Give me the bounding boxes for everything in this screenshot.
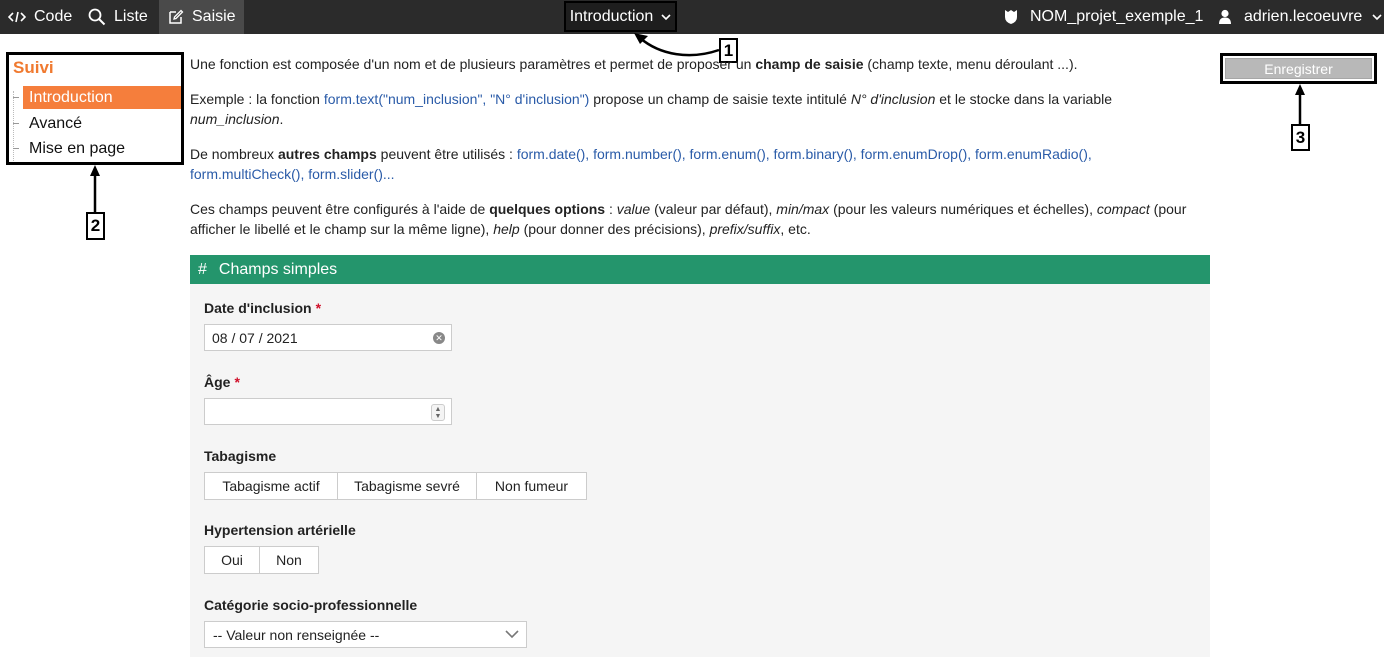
text: Exemple : la fonction <box>190 91 324 107</box>
stepper-icon[interactable]: ▲ ▼ <box>431 404 445 421</box>
option-non[interactable]: Non <box>260 547 318 573</box>
date-label: Date d'inclusion * <box>204 300 321 316</box>
option-oui[interactable]: Oui <box>205 547 260 573</box>
code-snippet: form.text("num_inclusion", "N° d'inclusi… <box>323 91 590 107</box>
paragraph-3: De nombreux autres champs peuvent être u… <box>190 144 1210 184</box>
italic-text: min/max <box>776 201 830 217</box>
text: , etc. <box>780 221 811 237</box>
section-title: Champs simples <box>218 260 338 278</box>
italic-text: compact <box>1096 201 1150 217</box>
italic-text: N° d'inclusion <box>850 91 936 107</box>
label-text: Date d'inclusion <box>204 300 312 316</box>
label-text: Âge <box>204 374 231 390</box>
text: (pour les valeurs numériques et échelles… <box>829 201 1097 217</box>
text: (pour donner des précisions), <box>519 221 710 237</box>
csp-value: -- Valeur non renseignée -- <box>213 626 380 643</box>
text: (champ texte, menu déroulant ...). <box>863 56 1078 72</box>
code-snippet: form.multiCheck(), form.slider()... <box>190 166 395 182</box>
text: (pour <box>1149 201 1187 217</box>
italic-text: prefix/suffix <box>709 221 781 237</box>
hta-label: Hypertension artérielle <box>204 522 356 538</box>
text: . <box>279 111 284 127</box>
chevron-down-icon <box>505 630 519 639</box>
clear-icon[interactable]: ✕ <box>433 332 445 344</box>
italic-text: value <box>616 201 651 217</box>
csp-select[interactable]: -- Valeur non renseignée -- <box>204 621 527 648</box>
text: afficher le libellé et le champ sur la m… <box>190 221 494 237</box>
option-tabagisme-actif[interactable]: Tabagisme actif <box>205 473 338 499</box>
csp-label: Catégorie socio-professionnelle <box>204 597 418 613</box>
paragraph-2: Exemple : la fonction form.text("num_inc… <box>190 89 1210 129</box>
required-mark: * <box>315 300 322 316</box>
text: Ces champs peuvent être configurés à l'a… <box>190 201 490 217</box>
age-label: Âge * <box>204 374 240 390</box>
tabagisme-options: Tabagisme actif Tabagisme sevré Non fume… <box>204 472 587 500</box>
text: Une fonction est composée d'un nom et de… <box>190 56 756 72</box>
italic-text: help <box>493 221 520 237</box>
text: et le stocke dans la variable <box>935 91 1113 107</box>
option-non-fumeur[interactable]: Non fumeur <box>477 473 586 499</box>
emphasis: autres champs <box>277 146 377 162</box>
code-snippet: form.date(), form.number(), form.enum(),… <box>516 146 1092 162</box>
save-highlight: Enregistrer <box>1220 53 1377 84</box>
text: : <box>605 201 617 217</box>
section-header: # Champs simples <box>190 255 1210 284</box>
text: propose un champ de saisie texte intitul… <box>589 91 851 107</box>
emphasis: quelques options <box>489 201 606 217</box>
emphasis: champ de saisie <box>755 56 864 72</box>
option-tabagisme-sevre[interactable]: Tabagisme sevré <box>338 473 477 499</box>
callout-2: 2 <box>86 212 105 240</box>
save-button[interactable]: Enregistrer <box>1225 58 1372 79</box>
age-input[interactable]: ▲ ▼ <box>204 398 452 425</box>
date-input[interactable]: 08 / 07 / 2021 ✕ <box>204 324 452 351</box>
text: peuvent être utilisés : <box>376 146 517 162</box>
required-mark: * <box>234 374 240 390</box>
text: De nombreux <box>190 146 278 162</box>
section-hash: # <box>198 260 207 278</box>
tabagisme-label: Tabagisme <box>204 448 277 464</box>
date-value: 08 / 07 / 2021 <box>212 329 298 346</box>
paragraph-1: Une fonction est composée d'un nom et de… <box>190 54 1210 74</box>
callout-3: 3 <box>1291 124 1310 151</box>
italic-text: num_inclusion <box>190 111 280 127</box>
hta-options: Oui Non <box>204 546 319 574</box>
text: (valeur par défaut), <box>650 201 777 217</box>
paragraph-4: Ces champs peuvent être configurés à l'a… <box>190 199 1210 239</box>
